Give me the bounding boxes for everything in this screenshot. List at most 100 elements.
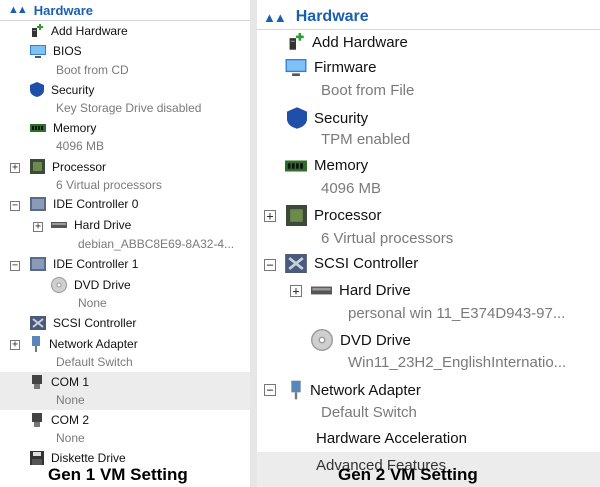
gen1-network-expand-icon[interactable]: + [10, 340, 20, 350]
gen1-security-sub: Key Storage Drive disabled [56, 101, 202, 115]
header-divider [257, 29, 600, 30]
gen2-hardware-title: Hardware [295, 8, 369, 25]
header-divider [0, 20, 250, 21]
gen1-add-hardware-label: Add Hardware [51, 24, 128, 38]
monitor-icon [30, 44, 46, 58]
gen2-network-item[interactable]: Network Adapter [289, 379, 421, 401]
gen2-hardware-header[interactable]: ▲▲ Hardware [257, 4, 600, 30]
gen2-network-collapse-icon[interactable]: − [264, 384, 276, 396]
processor-icon [30, 159, 45, 174]
gen2-security-label: Security [314, 109, 369, 127]
gen1-scsi-item[interactable]: SCSI Controller [30, 316, 136, 330]
gen1-caption: Gen 1 VM Setting [48, 465, 188, 484]
gen1-com1-label: COM 1 [51, 375, 90, 389]
gen1-processor-label: Processor [52, 159, 107, 174]
gen2-hw-accel-label: Hardware Acceleration [316, 430, 467, 447]
controller-icon [30, 257, 46, 271]
gen1-diskette-label: Diskette Drive [51, 451, 126, 465]
shield-icon [287, 107, 307, 129]
gen2-scsi-collapse-icon[interactable]: − [264, 259, 276, 271]
com-port-icon [32, 413, 42, 427]
floppy-disk-icon [30, 451, 44, 465]
gen2-network-label: Network Adapter [310, 381, 421, 399]
gen1-com2-item[interactable]: COM 2 [30, 413, 89, 427]
gen2-hard-drive-sub: personal win 11_E374D943-97... [348, 305, 566, 322]
gen2-hard-drive-item[interactable]: Hard Drive [311, 282, 411, 299]
gen2-caption: Gen 2 VM Setting [338, 465, 478, 484]
gen1-network-label: Network Adapter [49, 337, 138, 351]
gen2-firmware-sub: Boot from File [321, 82, 415, 99]
collapse-chevron-icon[interactable]: ▲▲ [263, 10, 287, 25]
gen2-dvd-drive-label: DVD Drive [340, 331, 411, 349]
gen1-bios-sub: Boot from CD [56, 63, 129, 77]
gen2-dvd-sub: Win11_23H2_EnglishInternatio... [348, 354, 567, 371]
gen1-bios-item[interactable]: BIOS [30, 44, 82, 58]
com-port-icon [32, 375, 42, 389]
gen1-security-item[interactable]: Security [30, 82, 94, 97]
gen1-hard-drive-expand-icon[interactable]: + [33, 222, 43, 232]
gen1-com2-sub: None [56, 431, 85, 445]
hard-drive-icon [51, 222, 67, 228]
panel-separator [250, 0, 257, 487]
gen2-memory-label: Memory [314, 157, 369, 174]
gen1-diskette-item[interactable]: Diskette Drive [30, 451, 126, 465]
gen1-bios-label: BIOS [53, 44, 82, 58]
gen2-hw-accel-item[interactable]: Hardware Acceleration [316, 430, 467, 447]
dvd-disc-icon [51, 277, 67, 293]
shield-icon [30, 82, 44, 97]
gen1-hardware-header[interactable]: ▲▲ Hardware [0, 0, 250, 20]
gen1-security-label: Security [51, 82, 95, 97]
gen1-memory-item[interactable]: Memory [30, 121, 96, 135]
gen1-processor-sub: 6 Virtual processors [56, 178, 162, 192]
scsi-controller-icon [30, 316, 46, 330]
dvd-disc-icon [311, 329, 333, 351]
memory-chip-icon [30, 124, 46, 132]
gen2-memory-item[interactable]: Memory [285, 157, 368, 174]
gen1-processor-item[interactable]: Processor [30, 159, 106, 174]
gen1-com1-item[interactable]: COM 1 [30, 375, 89, 389]
gen1-scsi-label: SCSI Controller [53, 316, 137, 330]
gen2-processor-expand-icon[interactable]: + [264, 210, 276, 222]
gen1-memory-sub: 4096 MB [56, 139, 105, 153]
gen2-processor-item[interactable]: Processor [286, 205, 382, 226]
gen1-ide1-item[interactable]: IDE Controller 1 [30, 257, 138, 271]
scsi-controller-icon [285, 254, 307, 273]
gen1-hard-drive-label: Hard Drive [74, 218, 132, 232]
gen1-network-item[interactable]: Network Adapter [30, 336, 138, 352]
gen2-add-hardware-item[interactable]: Add Hardware [287, 32, 408, 52]
gen2-security-sub: TPM enabled [321, 131, 411, 148]
gen1-processor-expand-icon[interactable]: + [10, 163, 20, 173]
gen1-dvd-sub: None [78, 296, 107, 310]
add-hardware-icon [32, 24, 43, 37]
gen1-add-hardware-item[interactable]: Add Hardware [30, 24, 128, 38]
gen2-memory-sub: 4096 MB [321, 180, 382, 197]
gen2-processor-sub: 6 Virtual processors [321, 230, 454, 247]
gen1-hardware-title: Hardware [33, 2, 94, 18]
gen2-scsi-label: SCSI Controller [314, 255, 419, 272]
gen1-memory-label: Memory [53, 121, 97, 135]
collapse-chevron-icon[interactable]: ▲▲ [8, 4, 28, 16]
monitor-icon [285, 59, 307, 76]
network-adapter-icon [291, 380, 301, 400]
gen1-hardware-panel: ▲▲ Hardware Add Hardware BIOS Boot from … [0, 0, 250, 487]
gen2-dvd-drive-item[interactable]: DVD Drive [311, 329, 411, 351]
gen1-ide1-collapse-icon[interactable]: − [10, 261, 20, 271]
gen2-firmware-item[interactable]: Firmware [285, 59, 377, 76]
gen1-dvd-drive-label: DVD Drive [74, 278, 131, 292]
gen1-ide0-item[interactable]: IDE Controller 0 [30, 197, 138, 211]
gen1-ide1-label: IDE Controller 1 [53, 257, 139, 271]
memory-chip-icon [285, 160, 307, 171]
gen1-com1-sub: None [56, 393, 85, 407]
gen1-dvd-drive-item[interactable]: DVD Drive [51, 277, 131, 293]
gen2-network-sub: Default Switch [321, 404, 417, 421]
gen2-firmware-label: Firmware [314, 59, 377, 76]
gen2-security-item[interactable]: Security [287, 107, 368, 129]
gen2-scsi-item[interactable]: SCSI Controller [285, 254, 418, 273]
gen2-hardware-panel: ▲▲ Hardware Add Hardware Firmware Boot f… [257, 0, 600, 487]
gen1-network-sub: Default Switch [56, 355, 133, 369]
gen1-ide0-collapse-icon[interactable]: − [10, 201, 20, 211]
gen2-hard-drive-expand-icon[interactable]: + [290, 285, 302, 297]
gen1-hard-drive-item[interactable]: Hard Drive [51, 218, 131, 232]
gen2-add-hardware-label: Add Hardware [312, 33, 408, 51]
gen2-hard-drive-label: Hard Drive [339, 282, 411, 299]
